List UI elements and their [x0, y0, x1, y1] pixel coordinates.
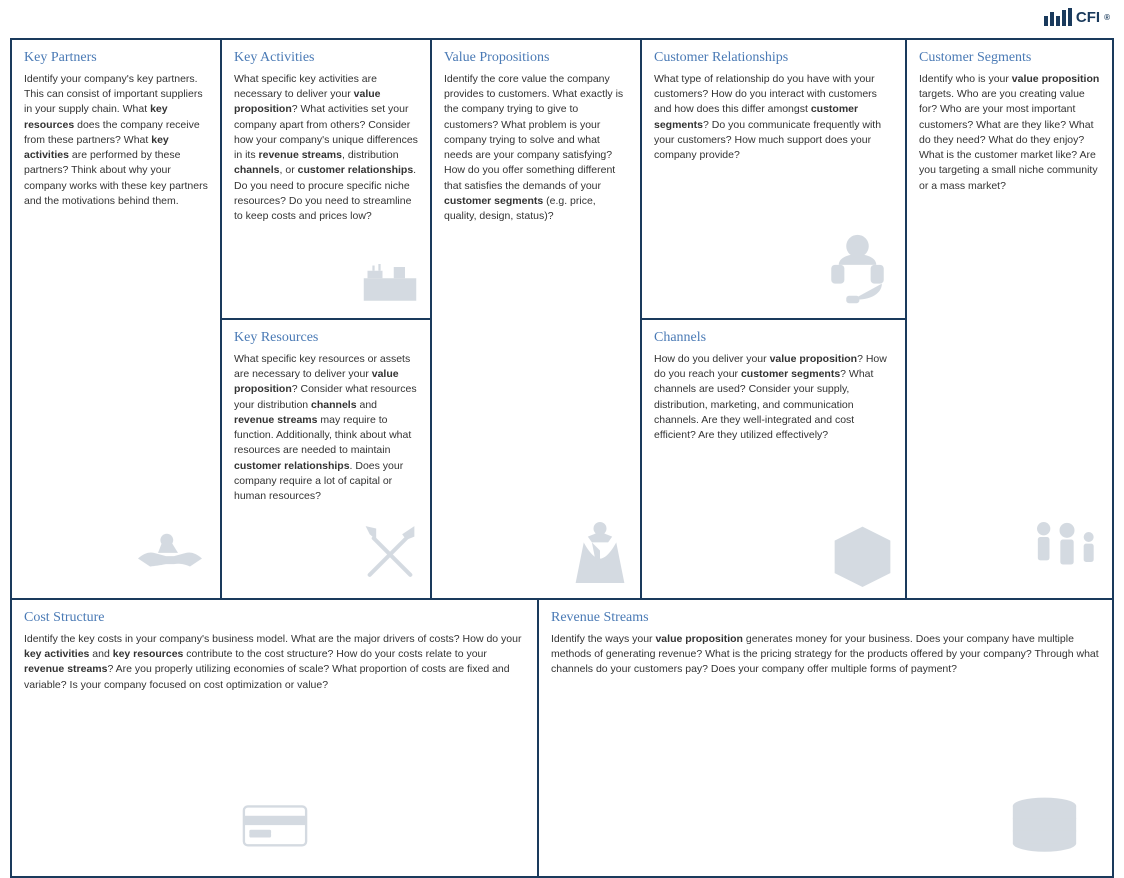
logo-tm: ®	[1104, 13, 1110, 22]
tools-icon	[360, 522, 420, 587]
handshake-icon-area	[130, 522, 210, 590]
headset-icon-area	[820, 232, 895, 310]
cell-revenue-streams: Revenue Streams Identify the ways your v…	[539, 600, 1112, 876]
key-partners-text: Identify your company's key partners. Th…	[24, 72, 208, 209]
revenue-streams-text: Identify the ways your value proposition…	[551, 632, 1100, 678]
col-key-partners: Key Partners Identify your company's key…	[12, 40, 222, 598]
handshake-icon	[130, 522, 210, 587]
cell-cost-structure: Cost Structure Identify the key costs in…	[12, 600, 537, 876]
cell-customer-relationships: Customer Relationships What type of rela…	[642, 40, 905, 320]
logo-bar-4	[1062, 10, 1066, 26]
key-partners-title: Key Partners	[24, 50, 208, 66]
bottom-section: Cost Structure Identify the key costs in…	[12, 600, 1112, 876]
value-propositions-title: Value Propositions	[444, 50, 628, 66]
cost-structure-text: Identify the key costs in your company's…	[24, 632, 525, 693]
key-resources-text: What specific key resources or assets ar…	[234, 352, 418, 504]
suit-icon-area	[570, 522, 630, 590]
key-activities-title: Key Activities	[234, 50, 418, 66]
logo-bars	[1044, 8, 1072, 26]
col-revenue-streams: Revenue Streams Identify the ways your v…	[539, 600, 1112, 876]
suit-icon	[570, 522, 630, 587]
customer-segments-title: Customer Segments	[919, 50, 1100, 66]
logo-bar-1	[1044, 16, 1048, 26]
cell-key-partners: Key Partners Identify your company's key…	[12, 40, 220, 598]
top-section: Key Partners Identify your company's key…	[12, 40, 1112, 600]
coins-icon	[1007, 788, 1082, 853]
creditcard-icon-area	[240, 798, 310, 856]
logo-bar-3	[1056, 16, 1060, 26]
logo-text: CFI	[1076, 9, 1100, 26]
customer-relationships-text: What type of relationship do you have wi…	[654, 72, 893, 163]
col-value-props: Value Propositions Identify the core val…	[432, 40, 642, 598]
col-cost-structure: Cost Structure Identify the key costs in…	[12, 600, 539, 876]
revenue-streams-title: Revenue Streams	[551, 610, 1100, 626]
tools-icon-area	[360, 522, 420, 590]
value-propositions-text: Identify the core value the company prov…	[444, 72, 628, 224]
box-icon	[830, 522, 895, 587]
family-icon	[1027, 517, 1102, 587]
key-resources-title: Key Resources	[234, 330, 418, 346]
logo-bar-5	[1068, 8, 1072, 26]
headset-icon	[820, 232, 895, 307]
cell-value-propositions: Value Propositions Identify the core val…	[432, 40, 640, 598]
customer-segments-text: Identify who is your value proposition t…	[919, 72, 1100, 194]
channels-text: How do you deliver your value propositio…	[654, 352, 893, 443]
logo-bar-2	[1050, 12, 1054, 26]
creditcard-icon	[240, 798, 310, 853]
cell-customer-segments: Customer Segments Identify who is your v…	[907, 40, 1112, 598]
cell-key-activities: Key Activities What specific key activit…	[222, 40, 430, 320]
customer-relationships-title: Customer Relationships	[654, 50, 893, 66]
cost-structure-title: Cost Structure	[24, 610, 525, 626]
factory-icon-area	[360, 257, 420, 310]
cell-channels: Channels How do you deliver your value p…	[642, 320, 905, 598]
factory-icon	[360, 257, 420, 307]
col-customer-segments: Customer Segments Identify who is your v…	[907, 40, 1112, 598]
logo: CFI ®	[1044, 8, 1110, 26]
coins-icon-area	[1007, 788, 1082, 856]
business-model-canvas: Key Partners Identify your company's key…	[10, 38, 1114, 878]
col-key-activities-resources: Key Activities What specific key activit…	[222, 40, 432, 598]
family-icon-area	[1027, 517, 1102, 590]
channels-title: Channels	[654, 330, 893, 346]
key-activities-text: What specific key activities are necessa…	[234, 72, 418, 224]
cell-key-resources: Key Resources What specific key resource…	[222, 320, 430, 598]
col-cust-rel-channels: Customer Relationships What type of rela…	[642, 40, 907, 598]
page: CFI ® Key Partners Identify your company…	[0, 0, 1124, 868]
box-icon-area	[830, 522, 895, 590]
